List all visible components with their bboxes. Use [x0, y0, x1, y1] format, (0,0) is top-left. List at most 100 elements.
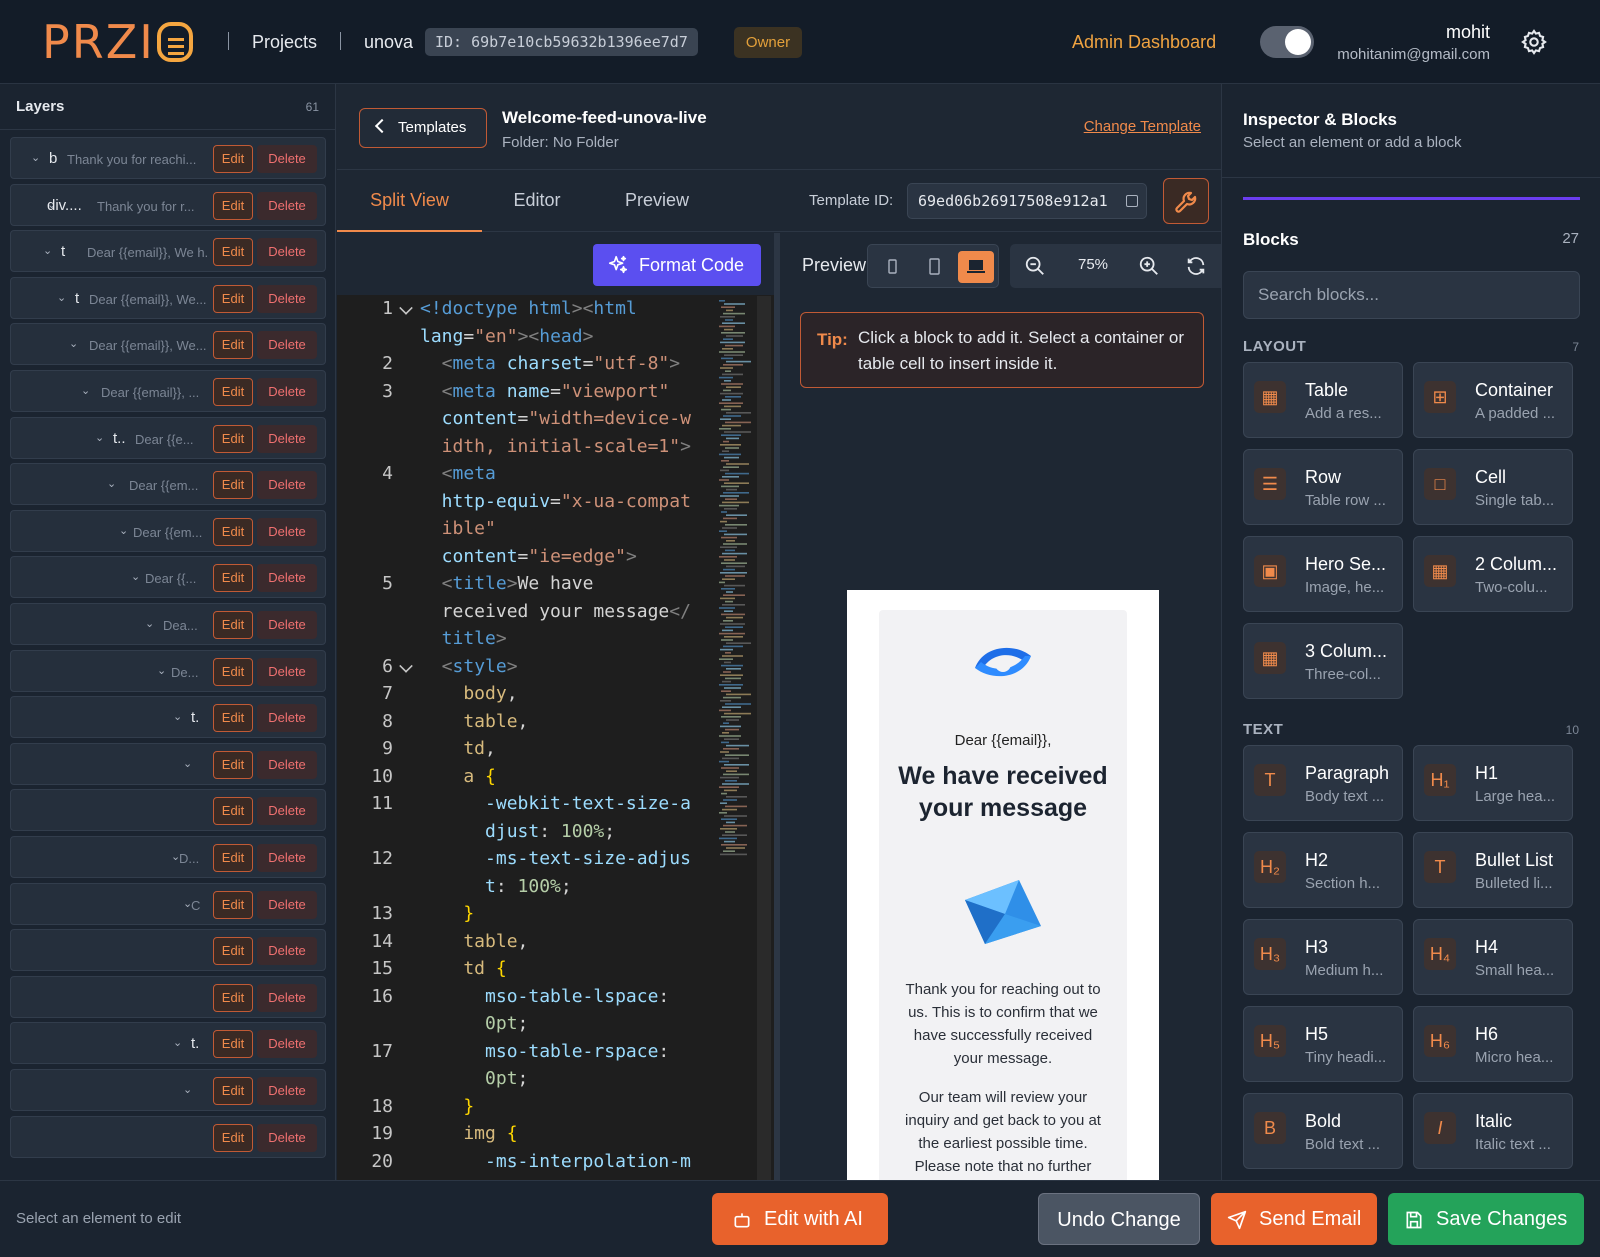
block-h2[interactable]: H₂ H2 Section h... — [1243, 832, 1403, 908]
template-id-field[interactable]: 69ed06b26917508e912a1 — [907, 183, 1147, 219]
code-area[interactable]: 1 <!doctype html><html lang="en"><head> 2 <… — [337, 296, 774, 1180]
code-line[interactable]: received your message</ — [420, 601, 691, 622]
layer-delete-button[interactable]: Delete — [257, 471, 317, 500]
gear-icon[interactable] — [1520, 28, 1548, 56]
block-h5[interactable]: H₅ H5 Tiny headi... — [1243, 1006, 1403, 1082]
code-line[interactable]: table, — [420, 711, 528, 732]
block-hero-se[interactable]: ▣ Hero Se... Image, he... — [1243, 536, 1403, 612]
projects-link[interactable]: Projects — [252, 32, 317, 53]
tab-editor[interactable]: Editor — [487, 170, 587, 232]
chevron-down-icon[interactable]: ⌄ — [145, 617, 155, 630]
layer-row[interactable]: ⌄ De... Edit Delete — [10, 649, 326, 692]
zoom-out-icon[interactable] — [1024, 255, 1046, 277]
layer-edit-button[interactable]: Edit — [213, 284, 253, 313]
layer-edit-button[interactable]: Edit — [213, 750, 253, 779]
save-changes-button[interactable]: Save Changes — [1388, 1193, 1584, 1245]
code-line[interactable]: <title>We have — [420, 573, 594, 594]
layer-edit-button[interactable]: Edit — [213, 1077, 253, 1105]
copy-icon[interactable] — [1126, 195, 1138, 207]
code-line[interactable]: <!doctype html><html — [420, 298, 637, 319]
layer-delete-button[interactable]: Delete — [257, 890, 317, 919]
send-email-button[interactable]: Send Email — [1211, 1193, 1377, 1245]
layer-delete-button[interactable]: Delete — [257, 750, 317, 779]
chevron-down-icon[interactable]: ⌄ — [173, 1036, 183, 1049]
desktop-device-button[interactable] — [958, 251, 994, 283]
layer-edit-button[interactable]: Edit — [213, 704, 253, 733]
layer-edit-button[interactable]: Edit — [213, 191, 253, 220]
layer-row[interactable]: Edit Delete — [10, 789, 326, 832]
layer-row[interactable]: ⌄ t. Edit Delete — [10, 1022, 326, 1065]
layer-row[interactable]: ⌄ t. Edit Delete — [10, 696, 326, 739]
layer-row[interactable]: ⌄ Dear {{email}}, We... Edit Delete — [10, 323, 326, 366]
layer-delete-button[interactable]: Delete — [257, 424, 317, 453]
layer-edit-button[interactable]: Edit — [213, 331, 253, 360]
tablet-device-button[interactable] — [916, 251, 952, 283]
mobile-device-button[interactable] — [874, 251, 910, 283]
layer-delete-button[interactable]: Delete — [257, 1123, 317, 1152]
block-3-colum[interactable]: ▦ 3 Colum... Three-col... — [1243, 623, 1403, 699]
chevron-down-icon[interactable]: ⌄ — [119, 524, 129, 537]
block-bullet-list[interactable]: T Bullet List Bulleted li... — [1413, 832, 1573, 908]
chevron-down-icon[interactable]: ⌄ — [107, 477, 117, 490]
layer-delete-button[interactable]: Delete — [257, 145, 317, 173]
code-line[interactable]: -webkit-text-size-a — [420, 793, 691, 814]
chevron-down-icon[interactable]: ⌄ — [31, 151, 41, 164]
project-name[interactable]: unova — [364, 32, 413, 53]
layer-delete-button[interactable]: Delete — [257, 704, 317, 733]
layer-edit-button[interactable]: Edit — [213, 1030, 253, 1059]
change-template-link[interactable]: Change Template — [1084, 118, 1201, 135]
layer-row[interactable]: Edit Delete — [10, 1115, 326, 1158]
fold-chevron-icon[interactable] — [399, 658, 413, 673]
layer-row[interactable]: ⌄ Edit Delete — [10, 742, 326, 785]
layer-row[interactable]: ⌄ div.... Thank you for r... Edit Delete — [10, 183, 326, 226]
layer-delete-button[interactable]: Delete — [257, 1077, 317, 1105]
code-line[interactable]: 0pt; — [420, 1068, 528, 1089]
layer-edit-button[interactable]: Edit — [213, 937, 253, 966]
chevron-down-icon[interactable]: ⌄ — [157, 664, 167, 677]
code-line[interactable]: content="ie=edge"> — [420, 546, 637, 567]
layer-edit-button[interactable]: Edit — [213, 844, 253, 872]
layer-row[interactable]: ⌄ Dear {{em... Edit Delete — [10, 509, 326, 552]
code-line[interactable]: -ms-interpolation-m — [420, 1151, 691, 1172]
block-bold[interactable]: B Bold Bold text ... — [1243, 1093, 1403, 1169]
block-h3[interactable]: H₃ H3 Medium h... — [1243, 919, 1403, 995]
code-line[interactable]: a { — [420, 766, 496, 787]
layer-delete-button[interactable]: Delete — [257, 937, 317, 966]
code-line[interactable]: mso-table-rspace: — [420, 1041, 669, 1062]
layer-row[interactable]: ⌄ Edit Delete — [10, 1069, 326, 1111]
search-blocks-input[interactable] — [1243, 271, 1580, 319]
code-line[interactable]: idth, initial-scale=1"> — [420, 436, 691, 457]
block-h6[interactable]: H₆ H6 Micro hea... — [1413, 1006, 1573, 1082]
code-line[interactable]: djust: 100%; — [420, 821, 615, 842]
code-line[interactable]: content="width=device-w — [420, 408, 691, 429]
block-italic[interactable]: I Italic Italic text ... — [1413, 1093, 1573, 1169]
layer-edit-button[interactable]: Edit — [213, 890, 253, 919]
layer-row[interactable]: Edit Delete — [10, 929, 326, 972]
layer-row[interactable]: ⌄ Dear {{em... Edit Delete — [10, 463, 326, 506]
admin-dashboard-link[interactable]: Admin Dashboard — [1072, 32, 1216, 53]
code-line[interactable]: <meta charset="utf-8"> — [420, 353, 680, 374]
email-preview[interactable]: Dear {{email}}, We have received your me… — [847, 590, 1159, 1234]
code-line[interactable]: mso-table-lspace: — [420, 986, 669, 1007]
layer-row[interactable]: ⌄ C Edit Delete — [10, 882, 326, 925]
undo-change-button[interactable]: Undo Change — [1038, 1193, 1200, 1245]
chevron-down-icon[interactable]: ⌄ — [69, 337, 79, 350]
code-line[interactable]: title> — [420, 628, 507, 649]
code-line[interactable]: body, — [420, 683, 517, 704]
layer-row[interactable]: ⌄ Dea... Edit Delete — [10, 603, 326, 645]
layer-delete-button[interactable]: Delete — [257, 657, 317, 686]
zoom-in-icon[interactable] — [1138, 255, 1160, 277]
layer-row[interactable]: ⌄ t.. Dear {{e... Edit Delete — [10, 416, 326, 459]
block-paragraph[interactable]: T Paragraph Body text ... — [1243, 745, 1403, 821]
chevron-down-icon[interactable]: ⌄ — [43, 244, 53, 257]
block-cell[interactable]: □ Cell Single tab... — [1413, 449, 1573, 525]
layer-row[interactable]: Edit Delete — [10, 975, 326, 1018]
block-row[interactable]: ☰ Row Table row ... — [1243, 449, 1403, 525]
layer-row[interactable]: ⌄ D... Edit Delete — [10, 836, 326, 878]
code-line[interactable]: td { — [420, 958, 506, 979]
block-table[interactable]: ▦ Table Add a res... — [1243, 362, 1403, 438]
layer-edit-button[interactable]: Edit — [213, 983, 253, 1012]
theme-toggle[interactable] — [1260, 26, 1314, 58]
code-line[interactable]: lang="en"><head> — [420, 326, 593, 347]
layer-delete-button[interactable]: Delete — [257, 378, 317, 406]
